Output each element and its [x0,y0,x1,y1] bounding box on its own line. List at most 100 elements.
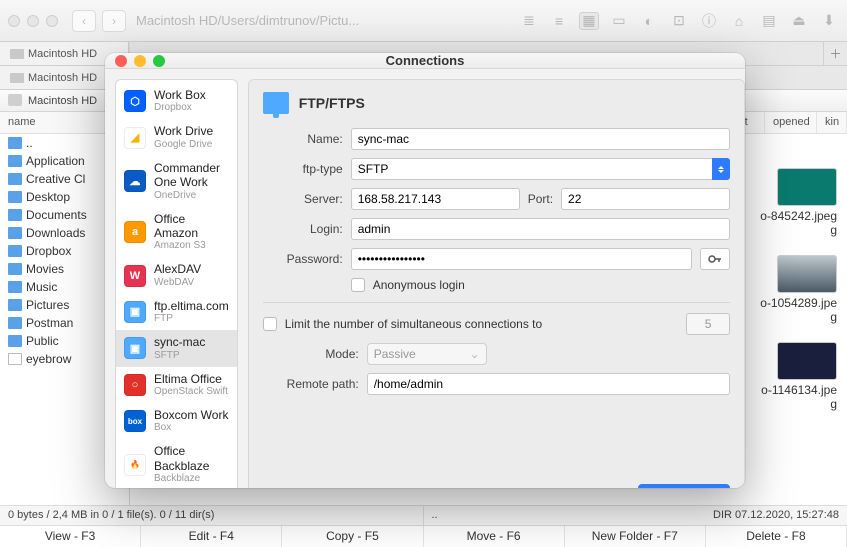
name-input[interactable] [351,128,730,150]
function-bar: View - F3 Edit - F4 Copy - F5 Move - F6 … [0,525,847,547]
file-name: Public [26,334,59,348]
ftptype-select[interactable]: SFTP [351,158,730,180]
tool-icon[interactable]: ⌂ [729,12,749,30]
col-kind[interactable]: kin [817,112,847,133]
nav-back[interactable]: ‹ [72,10,96,32]
hidden-files-icon[interactable]: ⊡ [669,12,689,30]
service-icon: ▣ [124,337,146,359]
service-icon: 🔥 [124,454,146,476]
main-toolbar: ‹ › Macintosh HD/Users/dimtrunov/Pictu..… [0,0,847,42]
modal-close[interactable] [115,55,127,67]
connections-scroll[interactable]: ⬡ Work Box Dropbox ◢ Work Drive Google D… [116,80,237,488]
connection-item[interactable]: ▣ ftp.eltima.com FTP [116,294,237,330]
mode-select[interactable]: Passive ⌄ [367,343,487,365]
label-remote: Remote path: [263,377,359,391]
thumb-item[interactable]: o-1146134.jpe g [751,338,847,425]
service-icon: ○ [124,374,146,396]
connection-type: OneDrive [154,190,229,202]
view-grid-icon[interactable]: ▦ [579,12,599,30]
connection-item[interactable]: box Boxcom Work Box [116,403,237,439]
folder-icon [8,209,22,221]
view-columns-icon[interactable]: ≡ [549,12,569,30]
window-traffic-lights [8,15,58,27]
file-name: Downloads [26,226,85,240]
connection-name: Work Drive [154,124,213,138]
col-name[interactable]: name [0,112,120,133]
connection-name: Eltima Office [154,372,228,386]
folder-icon [8,155,22,167]
min-dot[interactable] [27,15,39,27]
connection-item[interactable]: 🔥 Office Backblaze Backblaze [116,439,237,488]
folder-icon [8,173,22,185]
connection-item[interactable]: ▣ sync-mac SFTP [116,330,237,366]
connection-name: Office Amazon [154,212,229,241]
modal-zoom[interactable] [153,55,165,67]
download-icon[interactable]: ⬇ [819,12,839,30]
close-dot[interactable] [8,15,20,27]
connection-type: Box [154,422,228,434]
file-name: .. [26,136,33,150]
view-list-icon[interactable]: ≣ [519,12,539,30]
fn-newfolder[interactable]: New Folder - F7 [565,526,706,547]
label-name: Name: [263,132,343,146]
connection-type: SFTP [154,350,205,362]
brief-icon[interactable]: ▤ [759,12,779,30]
file-name: Dropbox [26,244,71,258]
tab-add[interactable]: ＋ [823,42,847,65]
info-icon[interactable]: ⓘ [699,12,719,30]
anonymous-checkbox[interactable] [351,278,365,292]
connection-name: ftp.eltima.com [154,299,229,313]
service-icon: box [124,410,146,432]
toggle-icon[interactable]: ◐ [639,12,659,30]
connection-name: sync-mac [154,335,205,349]
thumb-item[interactable]: o-845242.jpeg g [750,164,847,251]
service-icon: W [124,265,146,287]
connection-labels: Eltima Office OpenStack Swift [154,372,228,398]
folder-icon [8,245,22,257]
status-meta: DIR 07.12.2020, 15:27:48 [713,509,839,522]
server-input[interactable] [351,188,520,210]
connection-type: FTP [154,313,229,325]
file-name: o-1054289.jpe [760,296,837,310]
modal-min[interactable] [134,55,146,67]
connection-form: Name: ftp-type SFTP Server: Port: [263,128,730,395]
disk-label: Macintosh HD [28,95,97,107]
connection-item[interactable]: ○ Eltima Office OpenStack Swift [116,367,237,403]
connection-item[interactable]: a Office Amazon Amazon S3 [116,207,237,258]
zoom-dot[interactable] [46,15,58,27]
connection-item[interactable]: ⬡ Work Box Dropbox [116,83,237,119]
fn-move[interactable]: Move - F6 [424,526,565,547]
login-input[interactable] [351,218,730,240]
col-opened[interactable]: opened [765,112,817,133]
view-gallery-icon[interactable]: ▭ [609,12,629,30]
fn-copy[interactable]: Copy - F5 [282,526,423,547]
file-name-cont: g [830,397,837,411]
file-name: o-1146134.jpe [761,383,837,397]
limit-checkbox[interactable] [263,317,277,331]
limit-input[interactable] [686,313,730,335]
remote-path-input[interactable] [367,373,730,395]
disk-icon [10,72,24,84]
port-input[interactable] [561,188,730,210]
connection-item[interactable]: W AlexDAV WebDAV [116,257,237,293]
nav-fwd[interactable]: › [102,10,126,32]
connection-labels: Office Amazon Amazon S3 [154,212,229,253]
ftptype-select-wrap[interactable]: SFTP [351,158,730,180]
fn-view[interactable]: View - F3 [0,526,141,547]
folder-icon [8,263,22,275]
eject-icon[interactable]: ⏏ [789,12,809,30]
reveal-password-button[interactable] [700,248,730,270]
fn-edit[interactable]: Edit - F4 [141,526,282,547]
thumb-item[interactable]: o-1054289.jpe g [750,251,847,338]
connection-labels: sync-mac SFTP [154,335,205,361]
file-name: Creative Cl [26,172,85,186]
connection-labels: Office Backblaze Backblaze [154,444,229,485]
connect-button[interactable]: Connect [638,484,730,488]
connection-item[interactable]: ☁ Commander One Work OneDrive [116,156,237,207]
fn-delete[interactable]: Delete - F8 [706,526,847,547]
tab-label: Macintosh HD [28,72,97,84]
detail-heading: FTP/FTPS [263,92,730,114]
password-input[interactable] [351,248,692,270]
connection-item[interactable]: ◢ Work Drive Google Drive [116,119,237,155]
ftp-monitor-icon [263,92,289,114]
